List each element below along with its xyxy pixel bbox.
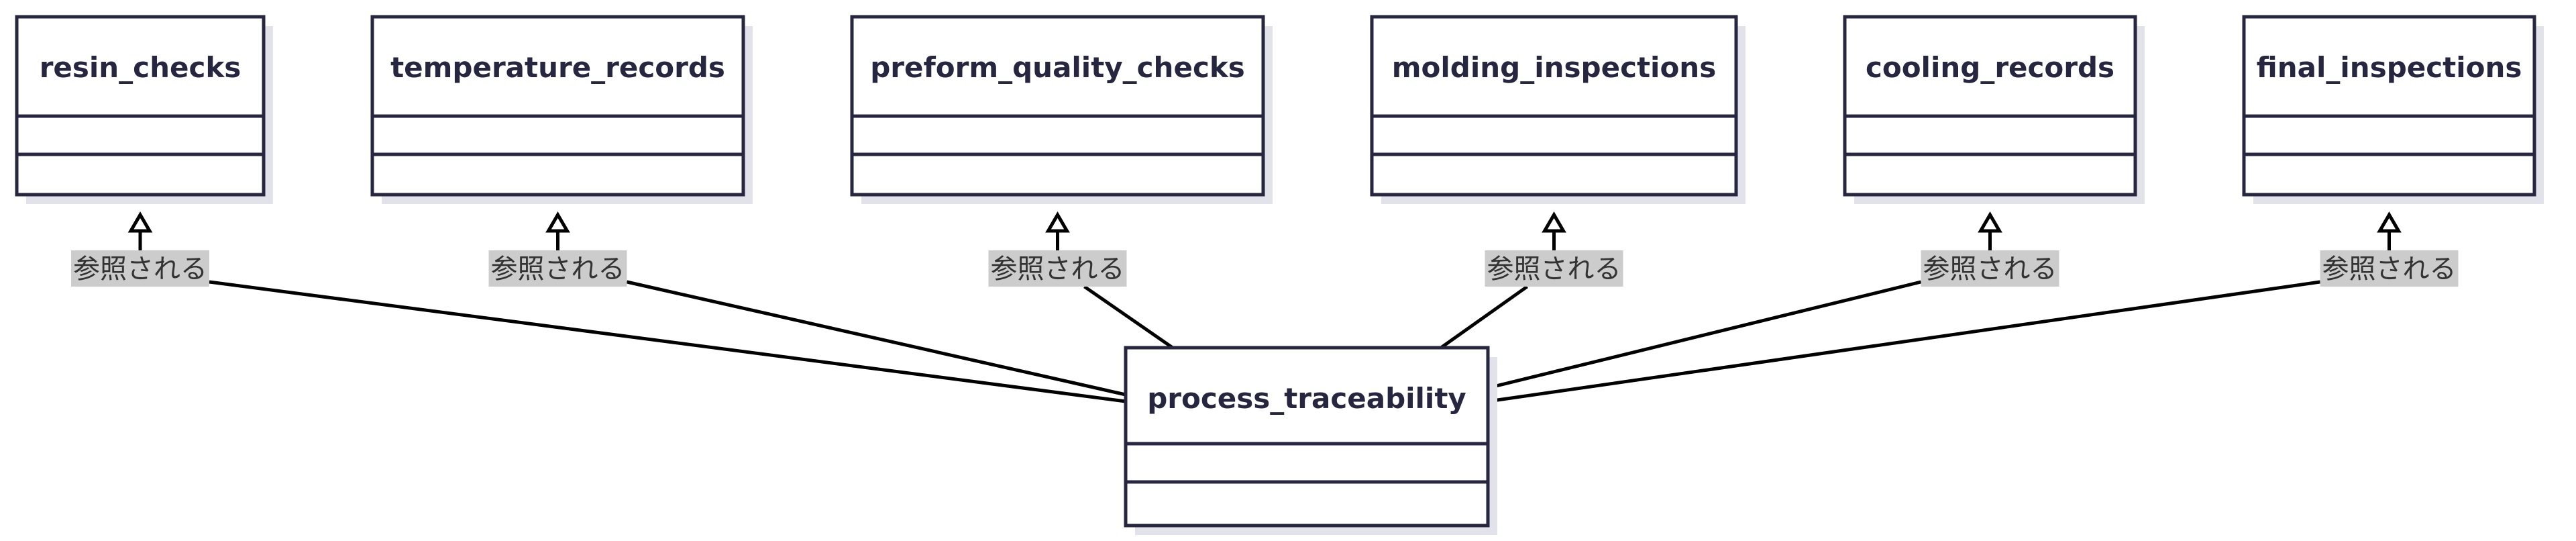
association-edge-molding-inspections xyxy=(1440,285,1528,350)
relation-label-text: 参照される xyxy=(1487,254,1621,285)
realization-arrowhead-preform-quality-checks xyxy=(1045,211,1070,233)
association-edge-temperature-records xyxy=(626,280,1126,397)
relation-label-cooling-records: 参照される xyxy=(1921,250,2059,287)
association-edge-preform-quality-checks xyxy=(1083,285,1174,350)
relation-label-text: 参照される xyxy=(491,254,625,285)
molding-inspections-title: molding_inspections xyxy=(1392,51,1716,84)
relation-label-preform-quality-checks: 参照される xyxy=(988,250,1127,287)
resin-checks-frame xyxy=(15,15,266,197)
relation-label-text: 参照される xyxy=(73,254,207,285)
boxes-layer: process_traceability resin_checks temperat… xyxy=(15,15,2544,535)
relation-label-text: 参照される xyxy=(2322,254,2457,285)
class-box-cooling-records[interactable]: cooling_records xyxy=(1843,15,2145,204)
preform-quality-checks-title: preform_quality_checks xyxy=(870,51,1245,84)
molding-inspections-frame xyxy=(1370,15,1738,197)
class-box-preform-quality-checks[interactable]: preform_quality_checks xyxy=(850,15,1273,204)
resin-checks-title: resin_checks xyxy=(40,51,241,84)
cooling-records-frame xyxy=(1843,15,2137,197)
association-edge-final-inspections xyxy=(1487,280,2320,403)
relation-label-temperature-records: 参照される xyxy=(488,250,627,287)
preform-quality-checks-frame xyxy=(850,15,1265,197)
process-traceability-title: process_traceability xyxy=(1147,382,1466,415)
realization-arrowhead-temperature-records xyxy=(545,211,570,233)
class-box-final-inspections[interactable]: final_inspections xyxy=(2242,15,2544,204)
cooling-records-title: cooling_records xyxy=(1866,51,2114,84)
relation-label-final-inspections: 参照される xyxy=(2320,250,2459,287)
relation-label-molding-inspections: 参照される xyxy=(1485,250,1623,287)
association-edge-cooling-records xyxy=(1487,280,1922,390)
temperature-records-title: temperature_records xyxy=(390,51,725,84)
realization-arrowhead-resin-checks xyxy=(127,211,153,233)
class-diagram: process_traceability resin_checks temperat… xyxy=(15,15,2544,535)
temperature-records-frame xyxy=(370,15,745,197)
final-inspections-title: final_inspections xyxy=(2257,51,2522,84)
realization-arrowhead-cooling-records xyxy=(1978,211,2002,233)
labels-layer: 参照される 参照される 参照される 参照される 参照される 参照される xyxy=(71,250,2459,287)
process-traceability-frame xyxy=(1124,346,1490,528)
class-box-process-traceability[interactable]: process_traceability xyxy=(1124,346,1497,535)
class-box-molding-inspections[interactable]: molding_inspections xyxy=(1370,15,1746,204)
class-box-temperature-records[interactable]: temperature_records xyxy=(370,15,753,204)
class-box-resin-checks[interactable]: resin_checks xyxy=(15,15,273,204)
realization-arrowhead-final-inspections xyxy=(2377,211,2402,233)
association-edge-resin-checks xyxy=(209,280,1126,403)
relation-label-text: 参照される xyxy=(991,254,1125,285)
realization-arrowhead-molding-inspections xyxy=(1542,211,1566,233)
relation-label-text: 参照される xyxy=(1923,254,2057,285)
relation-label-resin-checks: 参照される xyxy=(71,250,209,287)
final-inspections-frame xyxy=(2242,15,2536,197)
